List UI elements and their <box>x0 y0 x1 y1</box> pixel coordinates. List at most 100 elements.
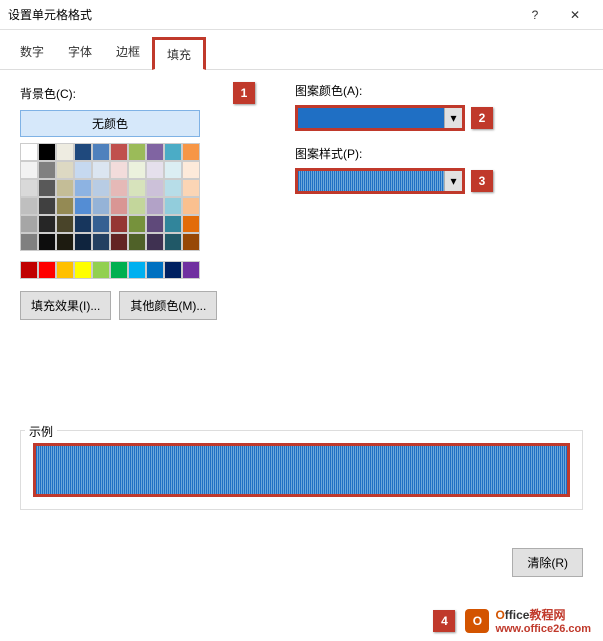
color-swatch[interactable] <box>56 215 74 233</box>
color-swatch[interactable] <box>182 233 200 251</box>
color-swatch[interactable] <box>110 261 128 279</box>
brand-url: www.office26.com <box>495 623 591 635</box>
color-swatch[interactable] <box>92 215 110 233</box>
color-swatch[interactable] <box>128 233 146 251</box>
color-swatch[interactable] <box>20 161 38 179</box>
color-swatch[interactable] <box>164 233 182 251</box>
callout-3: 3 <box>471 170 493 192</box>
color-swatch[interactable] <box>110 215 128 233</box>
pattern-style-combo[interactable]: ▾ <box>295 168 465 194</box>
color-swatch[interactable] <box>56 233 74 251</box>
footer-watermark: 4 O Office教程网 www.office26.com <box>433 606 591 635</box>
pattern-color-combo[interactable]: ▾ <box>295 105 465 131</box>
standard-color-row <box>20 261 200 279</box>
chevron-down-icon[interactable]: ▾ <box>444 171 462 191</box>
color-swatch[interactable] <box>38 261 56 279</box>
color-swatch[interactable] <box>74 261 92 279</box>
color-swatch[interactable] <box>128 197 146 215</box>
color-swatch[interactable] <box>20 179 38 197</box>
tab-border[interactable]: 边框 <box>104 37 152 70</box>
color-swatch[interactable] <box>146 161 164 179</box>
window-title: 设置单元格格式 <box>8 6 515 23</box>
color-swatch[interactable] <box>182 261 200 279</box>
color-swatch[interactable] <box>146 179 164 197</box>
content-area: 背景色(C): 1 无颜色 填充效果(I)... 其他颜色(M)... 图案颜色… <box>0 70 603 332</box>
color-swatch[interactable] <box>182 161 200 179</box>
color-swatch[interactable] <box>146 197 164 215</box>
color-swatch[interactable] <box>164 161 182 179</box>
color-swatch[interactable] <box>74 215 92 233</box>
color-swatch[interactable] <box>92 233 110 251</box>
color-swatch[interactable] <box>128 143 146 161</box>
close-button[interactable]: ✕ <box>555 0 595 30</box>
color-swatch[interactable] <box>74 233 92 251</box>
color-swatch[interactable] <box>56 179 74 197</box>
color-swatch[interactable] <box>20 215 38 233</box>
fill-effects-button[interactable]: 填充效果(I)... <box>20 291 111 320</box>
color-swatch[interactable] <box>20 261 38 279</box>
color-swatch[interactable] <box>164 197 182 215</box>
sample-preview <box>33 443 570 497</box>
color-swatch[interactable] <box>20 143 38 161</box>
color-swatch[interactable] <box>38 143 56 161</box>
color-swatch[interactable] <box>56 197 74 215</box>
pattern-style-value <box>298 171 444 191</box>
color-swatch[interactable] <box>110 197 128 215</box>
color-swatch[interactable] <box>110 161 128 179</box>
color-swatch[interactable] <box>182 215 200 233</box>
color-swatch[interactable] <box>164 179 182 197</box>
left-panel: 背景色(C): 1 无颜色 填充效果(I)... 其他颜色(M)... <box>20 82 255 320</box>
color-swatch[interactable] <box>92 261 110 279</box>
color-swatch[interactable] <box>146 261 164 279</box>
color-swatch[interactable] <box>182 179 200 197</box>
color-swatch[interactable] <box>92 197 110 215</box>
tab-font[interactable]: 字体 <box>56 37 104 70</box>
color-swatch[interactable] <box>164 261 182 279</box>
color-swatch[interactable] <box>128 215 146 233</box>
color-swatch[interactable] <box>164 143 182 161</box>
sample-label: 示例 <box>25 423 57 440</box>
tab-number[interactable]: 数字 <box>8 37 56 70</box>
color-swatch[interactable] <box>146 233 164 251</box>
color-swatch[interactable] <box>38 179 56 197</box>
color-swatch[interactable] <box>38 215 56 233</box>
color-swatch[interactable] <box>74 143 92 161</box>
right-panel: 图案颜色(A): ▾ 2 图案样式(P): ▾ 3 <box>295 82 583 320</box>
callout-1: 1 <box>233 82 255 104</box>
color-swatch[interactable] <box>20 197 38 215</box>
color-swatch[interactable] <box>128 261 146 279</box>
color-swatch[interactable] <box>74 179 92 197</box>
clear-button[interactable]: 清除(R) <box>512 548 583 577</box>
color-swatch[interactable] <box>110 233 128 251</box>
color-swatch[interactable] <box>164 215 182 233</box>
color-swatch[interactable] <box>38 197 56 215</box>
callout-2: 2 <box>471 107 493 129</box>
color-swatch[interactable] <box>110 143 128 161</box>
sample-section: 示例 <box>20 430 583 510</box>
bg-color-label: 背景色(C): <box>20 85 233 102</box>
titlebar: 设置单元格格式 ? ✕ <box>0 0 603 30</box>
color-swatch[interactable] <box>20 233 38 251</box>
color-swatch[interactable] <box>74 197 92 215</box>
chevron-down-icon[interactable]: ▾ <box>444 108 462 128</box>
color-swatch[interactable] <box>38 233 56 251</box>
tab-fill[interactable]: 填充 <box>152 37 206 70</box>
color-swatch[interactable] <box>128 179 146 197</box>
help-button[interactable]: ? <box>515 0 555 30</box>
color-swatch[interactable] <box>128 161 146 179</box>
color-swatch[interactable] <box>146 215 164 233</box>
color-swatch[interactable] <box>92 161 110 179</box>
color-swatch[interactable] <box>56 143 74 161</box>
color-swatch[interactable] <box>38 161 56 179</box>
color-swatch[interactable] <box>182 197 200 215</box>
color-swatch[interactable] <box>56 261 74 279</box>
color-swatch[interactable] <box>74 161 92 179</box>
color-swatch[interactable] <box>146 143 164 161</box>
no-color-button[interactable]: 无颜色 <box>20 110 200 137</box>
more-colors-button[interactable]: 其他颜色(M)... <box>119 291 217 320</box>
color-swatch[interactable] <box>92 143 110 161</box>
color-swatch[interactable] <box>92 179 110 197</box>
color-swatch[interactable] <box>56 161 74 179</box>
color-swatch[interactable] <box>182 143 200 161</box>
color-swatch[interactable] <box>110 179 128 197</box>
